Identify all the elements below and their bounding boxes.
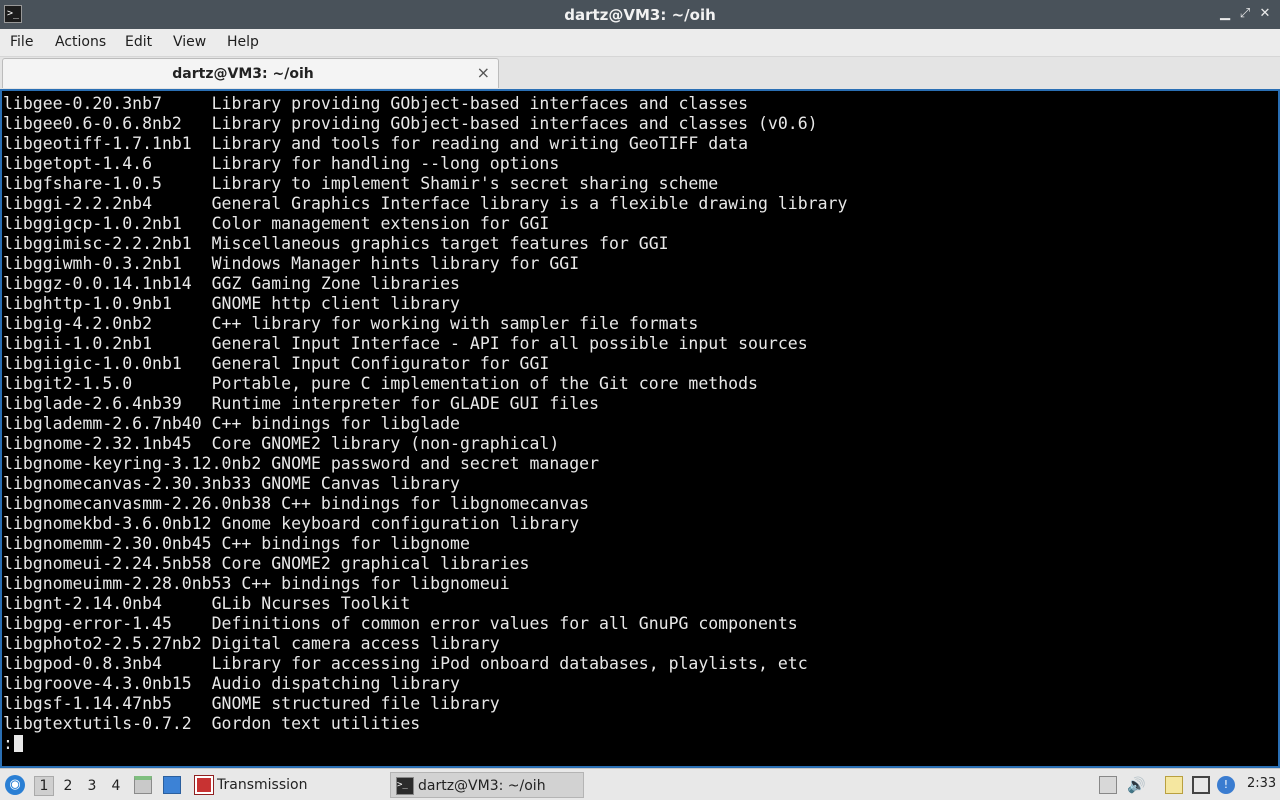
terminal-line: libgetopt-1.4.6 Library for handling --l… [3,154,560,173]
menu-help[interactable]: Help [227,34,259,50]
terminal-line: libghttp-1.0.9nb1 GNOME http client libr… [3,294,460,313]
terminal-output: libgee-0.20.3nb7 Library providing GObje… [3,94,847,754]
terminal-line: libgnome-keyring-3.12.0nb2 GNOME passwor… [3,454,600,473]
terminal-line: libgnomecanvas-2.30.3nb33 GNOME Canvas l… [3,474,460,493]
notification-icon[interactable]: ! [1217,776,1235,794]
file-manager-icon[interactable] [134,776,152,794]
task-transmission[interactable]: Transmission [190,772,385,798]
desktop-2-button[interactable]: 2 [58,776,78,796]
menu-edit[interactable]: Edit [125,34,152,50]
terminal-line: libgit2-1.5.0 Portable, pure C implement… [3,374,758,393]
terminal-line: libgee0.6-0.6.8nb2 Library providing GOb… [3,114,818,133]
menu-bar: File Actions Edit View Help [0,29,1280,57]
terminal-line: libgii-1.0.2nb1 General Input Interface … [3,334,808,353]
show-desktop-icon[interactable] [163,776,181,794]
pager-prompt: : [3,734,13,753]
terminal-line: libgroove-4.3.0nb15 Audio dispatching li… [3,674,460,693]
terminal-line: libgpg-error-1.45 Definitions of common … [3,614,798,633]
clipboard-icon[interactable] [1165,776,1183,794]
maximize-button[interactable]: ⤢ [1237,6,1253,22]
desktop-3-button[interactable]: 3 [82,776,102,796]
terminal-icon: >_ [396,777,414,795]
taskbar: ◉ 1 2 3 4 Transmission >_ dartz@VM3: ~/o… [0,768,1280,800]
desktop-1-button[interactable]: 1 [34,776,54,796]
terminal-line: libgig-4.2.0nb2 C++ library for working … [3,314,699,333]
terminal-line: libgnomeuimm-2.28.0nb53 C++ bindings for… [3,574,510,593]
task-transmission-label: Transmission [217,777,308,793]
terminal-line: libgnomemm-2.30.0nb45 C++ bindings for l… [3,534,470,553]
window-titlebar[interactable]: >_ dartz@VM3: ~/oih ▁ ⤢ ✕ [0,0,1280,29]
terminal-line: libgiigic-1.0.0nb1 General Input Configu… [3,354,550,373]
menu-view[interactable]: View [173,34,206,50]
terminal-line: libglade-2.6.4nb39 Runtime interpreter f… [3,394,600,413]
tab-close-icon[interactable]: × [477,63,490,82]
volume-icon[interactable]: 🔊 [1127,776,1146,794]
network-icon[interactable] [1192,776,1210,794]
task-terminal-label: dartz@VM3: ~/oih [418,778,546,794]
terminal-line: libgnt-2.14.0nb4 GLib Ncurses Toolkit [3,594,411,613]
window-title: dartz@VM3: ~/oih [564,6,716,24]
terminal-line: libgeotiff-1.7.1nb1 Library and tools fo… [3,134,749,153]
menu-file[interactable]: File [10,34,33,50]
terminal-prompt-line[interactable]: : [3,734,847,754]
terminal-line: libggiwmh-0.3.2nb1 Windows Manager hints… [3,254,580,273]
terminal-line: libgnomeui-2.24.5nb58 Core GNOME2 graphi… [3,554,530,573]
terminal-line: libggigcp-1.0.2nb1 Color management exte… [3,214,550,233]
terminal-line: libgnomecanvasmm-2.26.0nb38 C++ bindings… [3,494,590,513]
menu-actions[interactable]: Actions [55,34,106,50]
terminal-line: libgtextutils-0.7.2 Gordon text utilitie… [3,714,421,733]
terminal-line: libgee-0.20.3nb7 Library providing GObje… [3,94,749,113]
terminal-line: libgsf-1.14.47nb5 GNOME structured file … [3,694,500,713]
transmission-icon [194,775,214,795]
removable-media-icon[interactable] [1099,776,1117,794]
terminal-line: libgnomekbd-3.6.0nb12 Gnome keyboard con… [3,514,580,533]
terminal-line: libgpod-0.8.3nb4 Library for accessing i… [3,654,808,673]
terminal-line: libggz-0.0.14.1nb14 GGZ Gaming Zone libr… [3,274,460,293]
text-cursor [13,735,23,752]
clock: 2:33 [1247,776,1277,791]
close-window-button[interactable]: ✕ [1257,6,1273,22]
terminal-area[interactable]: libgee-0.20.3nb7 Library providing GObje… [0,89,1280,768]
terminal-line: libgphoto2-2.5.27nb2 Digital camera acce… [3,634,500,653]
start-menu-icon[interactable]: ◉ [5,775,25,795]
terminal-line: libglademm-2.6.7nb40 C++ bindings for li… [3,414,460,433]
terminal-line: libggimisc-2.2.2nb1 Miscellaneous graphi… [3,234,669,253]
minimize-button[interactable]: ▁ [1217,6,1233,22]
tab-label: dartz@VM3: ~/oih [172,66,314,82]
terminal-tab[interactable]: dartz@VM3: ~/oih × [2,58,499,88]
terminal-line: libggi-2.2.2nb4 General Graphics Interfa… [3,194,848,213]
tab-bar: dartz@VM3: ~/oih × [0,57,1280,89]
terminal-line: libgnome-2.32.1nb45 Core GNOME2 library … [3,434,560,453]
task-terminal[interactable]: >_ dartz@VM3: ~/oih [390,772,584,798]
terminal-line: libgfshare-1.0.5 Library to implement Sh… [3,174,719,193]
desktop-4-button[interactable]: 4 [106,776,126,796]
